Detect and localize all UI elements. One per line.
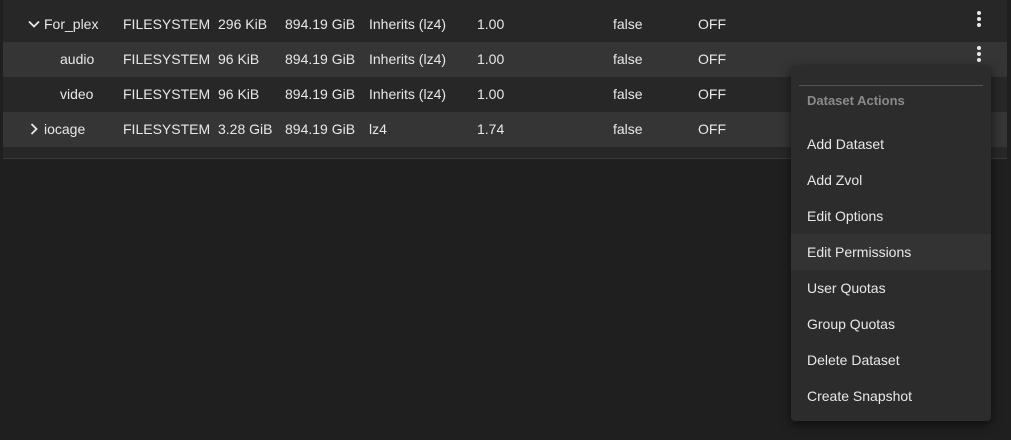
dataset-dedup: OFF <box>698 121 726 137</box>
dataset-used: 3.28 GiB <box>218 121 273 137</box>
dataset-compression: lz4 <box>369 121 387 137</box>
menu-item-edit-options[interactable]: Edit Options <box>791 198 991 234</box>
chevron-right-icon[interactable] <box>28 112 42 147</box>
menu-item-delete-dataset[interactable]: Delete Dataset <box>791 342 991 378</box>
dataset-used: 296 KiB <box>218 16 268 32</box>
dataset-available: 894.19 GiB <box>285 121 356 137</box>
dataset-compression: Inherits (lz4) <box>369 51 447 67</box>
dataset-available: 894.19 GiB <box>285 16 356 32</box>
dataset-name: audio <box>60 51 95 67</box>
dataset-dedup: OFF <box>698 16 726 32</box>
menu-header: Dataset Actions <box>807 93 905 108</box>
table-row[interactable]: For_plex FILESYSTEM 296 KiB 894.19 GiB I… <box>3 7 1007 42</box>
dataset-available: 894.19 GiB <box>285 51 356 67</box>
dataset-name: For_plex <box>44 16 99 32</box>
menu-item-add-zvol[interactable]: Add Zvol <box>791 162 991 198</box>
dataset-dedup: OFF <box>698 86 726 102</box>
dataset-compression: Inherits (lz4) <box>369 16 447 32</box>
dataset-readonly: false <box>613 121 643 137</box>
dataset-readonly: false <box>613 16 643 32</box>
dataset-readonly: false <box>613 51 643 67</box>
dataset-type: FILESYSTEM <box>123 121 211 137</box>
dataset-compression-ratio: 1.00 <box>477 16 505 32</box>
menu-item-add-dataset[interactable]: Add Dataset <box>791 126 991 162</box>
dataset-used: 96 KiB <box>218 51 260 67</box>
menu-item-edit-permissions[interactable]: Edit Permissions <box>791 234 991 270</box>
menu-divider <box>799 85 983 86</box>
menu-item-group-quotas[interactable]: Group Quotas <box>791 306 991 342</box>
dataset-readonly: false <box>613 86 643 102</box>
dataset-used: 96 KiB <box>218 86 260 102</box>
dataset-type: FILESYSTEM <box>123 16 211 32</box>
dataset-compression: Inherits (lz4) <box>369 86 447 102</box>
dataset-compression-ratio: 1.00 <box>477 51 505 67</box>
dataset-actions-menu: Dataset Actions Add Dataset Add Zvol Edi… <box>791 66 991 421</box>
chevron-down-icon[interactable] <box>28 7 42 42</box>
menu-item-create-snapshot[interactable]: Create Snapshot <box>791 378 991 414</box>
dataset-type: FILESYSTEM <box>123 86 211 102</box>
dataset-dedup: OFF <box>698 51 726 67</box>
dataset-name: video <box>60 86 94 102</box>
dataset-name: iocage <box>44 121 86 137</box>
dataset-available: 894.19 GiB <box>285 86 356 102</box>
more-vertical-icon[interactable] <box>969 9 989 39</box>
dataset-type: FILESYSTEM <box>123 51 211 67</box>
dataset-compression-ratio: 1.00 <box>477 86 505 102</box>
menu-item-user-quotas[interactable]: User Quotas <box>791 270 991 306</box>
dataset-compression-ratio: 1.74 <box>477 121 505 137</box>
